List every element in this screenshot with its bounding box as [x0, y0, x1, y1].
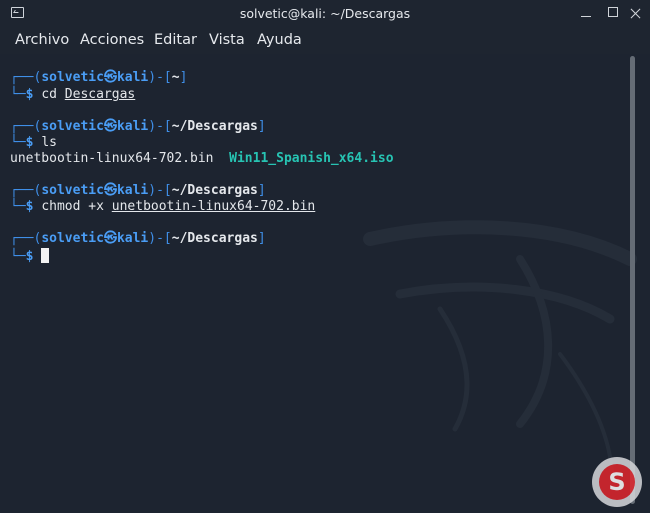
command-text: ls — [41, 135, 57, 150]
text-cursor — [41, 248, 50, 263]
prompt-corner: └─ — [10, 199, 26, 214]
prompt-corner: ┌──( — [10, 231, 42, 246]
prompt-corner: ┌──( — [10, 183, 42, 198]
menu-editar[interactable]: Editar — [154, 32, 197, 48]
prompt-at: ㉿ — [103, 119, 117, 134]
prompt-dollar: $ — [25, 87, 34, 102]
prompt-host: kali — [116, 183, 149, 198]
menu-bar: Archivo Acciones Editar Vista Ayuda — [0, 28, 650, 54]
prompt-dollar: $ — [25, 135, 34, 150]
prompt-bracket: ] — [257, 183, 266, 198]
command-line: └─$ chmod +x unetbootin-linux64-702.bin — [10, 199, 315, 215]
prompt-bracket: )-[ — [148, 70, 172, 85]
prompt-user: solvetic — [41, 231, 104, 246]
prompt-line: ┌──(solvetic㉿kali)-[~/Descargas] — [10, 183, 266, 199]
prompt-line: ┌──(solvetic㉿kali)-[~] — [10, 70, 187, 86]
command-line: └─$ cd Descargas — [10, 87, 135, 103]
prompt-bracket: ] — [257, 231, 266, 246]
prompt-corner: ┌──( — [10, 70, 42, 85]
close-icon[interactable] — [626, 4, 646, 24]
prompt-host: kali — [116, 231, 149, 246]
prompt-corner: └─ — [10, 135, 26, 150]
command-line[interactable]: └─$ — [10, 248, 50, 264]
prompt-host: kali — [116, 119, 149, 134]
terminal-window: solvetic@kali: ~/Descargas Archivo Accio… — [0, 0, 650, 513]
solvetic-watermark-logo: S — [592, 457, 642, 507]
window-title: solvetic@kali: ~/Descargas — [239, 6, 411, 21]
prompt-at: ㉿ — [103, 231, 117, 246]
prompt-line: ┌──(solvetic㉿kali)-[~/Descargas] — [10, 119, 266, 135]
command-arg: Descargas — [64, 87, 136, 102]
menu-archivo[interactable]: Archivo — [15, 32, 69, 48]
title-bar[interactable]: solvetic@kali: ~/Descargas — [0, 0, 650, 28]
maximize-icon[interactable] — [604, 4, 624, 24]
prompt-corner: └─ — [10, 87, 26, 102]
minimize-icon[interactable] — [577, 4, 597, 24]
prompt-bracket: ] — [179, 70, 188, 85]
menu-ayuda[interactable]: Ayuda — [257, 32, 302, 48]
menu-vista[interactable]: Vista — [209, 32, 245, 48]
command-line: └─$ ls — [10, 135, 57, 151]
prompt-corner: └─ — [10, 249, 26, 264]
prompt-path: ~/Descargas — [171, 183, 258, 198]
prompt-host: kali — [116, 70, 149, 85]
watermark-letter: S — [599, 464, 635, 500]
prompt-user: solvetic — [41, 70, 104, 85]
prompt-bracket: )-[ — [148, 231, 172, 246]
command-text: cd — [41, 87, 57, 102]
prompt-path: ~ — [171, 70, 180, 85]
prompt-dollar: $ — [25, 199, 34, 214]
prompt-corner: ┌──( — [10, 119, 42, 134]
terminal-area[interactable]: ┌──(solvetic㉿kali)-[~] └─$ cd Descargas … — [0, 54, 650, 513]
prompt-path: ~/Descargas — [171, 231, 258, 246]
file-name-iso: Win11_Spanish_x64.iso — [229, 151, 394, 166]
prompt-user: solvetic — [41, 119, 104, 134]
command-arg: unetbootin-linux64-702.bin — [111, 199, 316, 214]
command-text: chmod +x — [41, 199, 104, 214]
prompt-bracket: ] — [257, 119, 266, 134]
prompt-bracket: )-[ — [148, 119, 172, 134]
prompt-user: solvetic — [41, 183, 104, 198]
prompt-dollar: $ — [25, 249, 34, 264]
prompt-at: ㉿ — [103, 70, 117, 85]
prompt-path: ~/Descargas — [171, 119, 258, 134]
prompt-line: ┌──(solvetic㉿kali)-[~/Descargas] — [10, 231, 266, 247]
prompt-at: ㉿ — [103, 183, 117, 198]
file-name: unetbootin-linux64-702.bin — [10, 151, 214, 166]
scrollbar[interactable] — [630, 56, 635, 504]
menu-acciones[interactable]: Acciones — [80, 32, 144, 48]
ls-output: unetbootin-linux64-702.bin Win11_Spanish… — [10, 151, 394, 167]
prompt-bracket: )-[ — [148, 183, 172, 198]
